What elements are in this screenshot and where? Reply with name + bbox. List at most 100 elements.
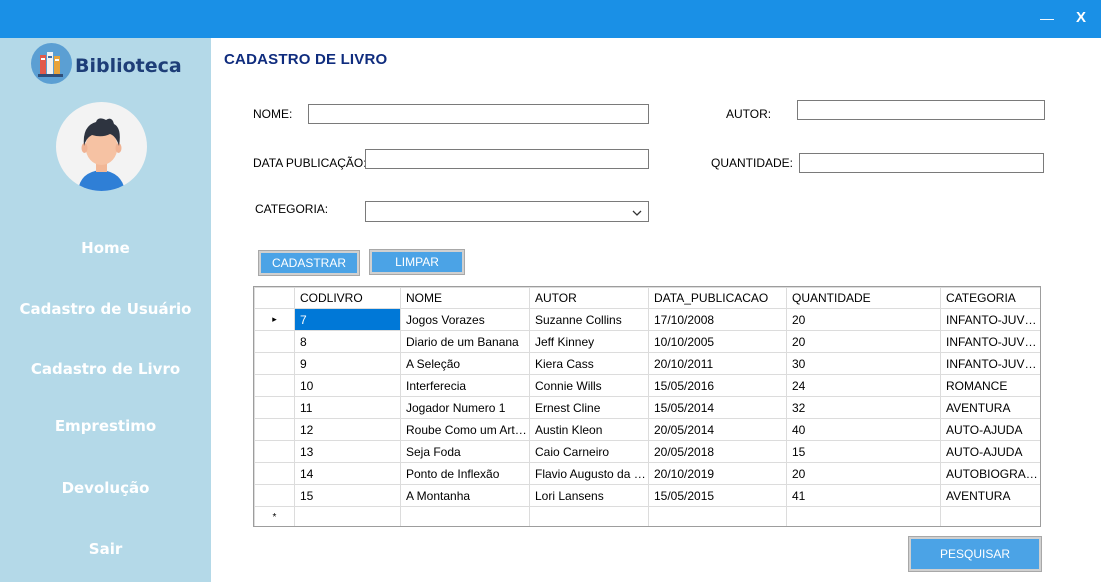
table-cell[interactable]: AVENTURA (940, 396, 1040, 419)
table-cell[interactable]: 41 (786, 484, 941, 507)
table-cell[interactable]: 20/10/2019 (648, 462, 787, 485)
table-cell[interactable]: A Seleção (400, 352, 530, 375)
table-cell[interactable]: Kiera Cass (529, 352, 649, 375)
categoria-select[interactable] (365, 201, 649, 222)
limpar-button[interactable]: LIMPAR (369, 249, 465, 275)
table-cell[interactable]: Roube Como um Artista (400, 418, 530, 441)
table-cell[interactable]: INFANTO-JUVE... (940, 352, 1040, 375)
table-cell[interactable]: 8 (294, 330, 401, 353)
table-cell[interactable]: Suzanne Collins (529, 308, 649, 331)
table-cell[interactable] (648, 506, 787, 526)
row-header[interactable] (254, 330, 295, 353)
table-cell[interactable] (529, 506, 649, 526)
table-cell[interactable]: 24 (786, 374, 941, 397)
table-cell[interactable]: 20 (786, 330, 941, 353)
table-cell[interactable]: 11 (294, 396, 401, 419)
table-cell[interactable]: AVENTURA (940, 484, 1040, 507)
table-cell[interactable]: AUTOBIOGRAFIA (940, 462, 1040, 485)
table-cell[interactable] (786, 506, 941, 526)
nav-cadastro-usuario[interactable]: Cadastro de Usuário (0, 294, 211, 324)
table-cell[interactable]: 7 (294, 308, 401, 331)
table-row[interactable]: 8 Diario de um Banana Jeff Kinney 10/10/… (254, 330, 1040, 353)
row-header[interactable] (254, 396, 295, 419)
table-cell[interactable] (400, 506, 530, 526)
table-cell[interactable]: 12 (294, 418, 401, 441)
table-cell[interactable]: Seja Foda (400, 440, 530, 463)
row-header[interactable] (254, 374, 295, 397)
autor-input[interactable] (797, 100, 1045, 120)
nav-emprestimo[interactable]: Emprestimo (0, 411, 211, 441)
table-cell[interactable]: 15/05/2016 (648, 374, 787, 397)
table-cell[interactable]: Ponto de Inflexão (400, 462, 530, 485)
table-cell[interactable] (940, 506, 1040, 526)
table-cell[interactable]: 15 (786, 440, 941, 463)
data-publicacao-input[interactable] (365, 149, 649, 169)
nav-cadastro-livro[interactable]: Cadastro de Livro (0, 354, 211, 384)
nav-devolucao[interactable]: Devolução (0, 473, 211, 503)
table-cell[interactable]: Lori Lansens (529, 484, 649, 507)
column-header[interactable]: AUTOR (529, 287, 649, 309)
table-row[interactable]: 15 A Montanha Lori Lansens 15/05/2015 41… (254, 484, 1040, 507)
quantidade-input[interactable] (799, 153, 1044, 173)
table-cell[interactable]: 20/05/2018 (648, 440, 787, 463)
nome-input[interactable] (308, 104, 649, 124)
table-cell[interactable]: AUTO-AJUDA (940, 418, 1040, 441)
row-header[interactable] (254, 440, 295, 463)
row-header[interactable] (254, 418, 295, 441)
new-row[interactable]: * (254, 506, 1040, 526)
nav-sair[interactable]: Sair (0, 534, 211, 564)
table-row[interactable]: 13 Seja Foda Caio Carneiro 20/05/2018 15… (254, 440, 1040, 463)
table-row[interactable]: 12 Roube Como um Artista Austin Kleon 20… (254, 418, 1040, 441)
column-header[interactable]: CODLIVRO (294, 287, 401, 309)
table-cell[interactable]: INFANTO-JUVE... (940, 330, 1040, 353)
row-header[interactable] (254, 484, 295, 507)
column-header[interactable]: NOME (400, 287, 530, 309)
table-cell[interactable]: Jogos Vorazes (400, 308, 530, 331)
column-header[interactable]: QUANTIDADE (786, 287, 941, 309)
table-cell[interactable]: Austin Kleon (529, 418, 649, 441)
table-cell[interactable]: 15 (294, 484, 401, 507)
books-data-grid[interactable]: CODLIVRO NOME AUTOR DATA_PUBLICACAO QUAN… (253, 286, 1041, 527)
table-row[interactable]: 14 Ponto de Inflexão Flavio Augusto da S… (254, 462, 1040, 485)
table-cell[interactable]: 14 (294, 462, 401, 485)
minimize-button[interactable]: — (1039, 10, 1055, 26)
table-row[interactable]: ▸ 7 Jogos Vorazes Suzanne Collins 17/10/… (254, 308, 1040, 331)
new-row-indicator-icon[interactable]: * (254, 506, 295, 526)
close-button[interactable]: X (1072, 8, 1090, 28)
column-header[interactable]: DATA_PUBLICACAO (648, 287, 787, 309)
table-cell[interactable]: 20 (786, 308, 941, 331)
table-cell[interactable]: Jogador Numero 1 (400, 396, 530, 419)
table-row[interactable]: 10 Interferecia Connie Wills 15/05/2016 … (254, 374, 1040, 397)
table-cell[interactable]: 32 (786, 396, 941, 419)
table-cell[interactable]: ROMANCE (940, 374, 1040, 397)
table-cell[interactable]: Diario de um Banana (400, 330, 530, 353)
table-row[interactable]: 9 A Seleção Kiera Cass 20/10/2011 30 INF… (254, 352, 1040, 375)
pesquisar-button[interactable]: PESQUISAR (908, 536, 1042, 572)
table-cell[interactable]: 15/05/2015 (648, 484, 787, 507)
table-cell[interactable]: Jeff Kinney (529, 330, 649, 353)
table-cell[interactable]: Flavio Augusto da Silva (529, 462, 649, 485)
table-cell[interactable]: Ernest Cline (529, 396, 649, 419)
table-cell[interactable]: Caio Carneiro (529, 440, 649, 463)
table-cell[interactable]: 20/10/2011 (648, 352, 787, 375)
table-cell[interactable]: 13 (294, 440, 401, 463)
row-header[interactable] (254, 462, 295, 485)
table-cell[interactable]: 15/05/2014 (648, 396, 787, 419)
table-cell[interactable]: 20 (786, 462, 941, 485)
table-cell[interactable]: 9 (294, 352, 401, 375)
nav-home[interactable]: Home (0, 233, 211, 263)
table-cell[interactable] (294, 506, 401, 526)
table-cell[interactable]: 10/10/2005 (648, 330, 787, 353)
table-cell[interactable]: Interferecia (400, 374, 530, 397)
table-cell[interactable]: 10 (294, 374, 401, 397)
table-cell[interactable]: 30 (786, 352, 941, 375)
cadastrar-button[interactable]: CADASTRAR (258, 250, 360, 276)
table-cell[interactable]: 40 (786, 418, 941, 441)
table-cell[interactable]: 17/10/2008 (648, 308, 787, 331)
table-cell[interactable]: AUTO-AJUDA (940, 440, 1040, 463)
table-cell[interactable]: A Montanha (400, 484, 530, 507)
current-row-indicator-icon[interactable]: ▸ (254, 308, 295, 331)
column-header[interactable]: CATEGORIA (940, 287, 1040, 309)
table-cell[interactable]: Connie Wills (529, 374, 649, 397)
table-cell[interactable]: INFANTO-JUVE... (940, 308, 1040, 331)
